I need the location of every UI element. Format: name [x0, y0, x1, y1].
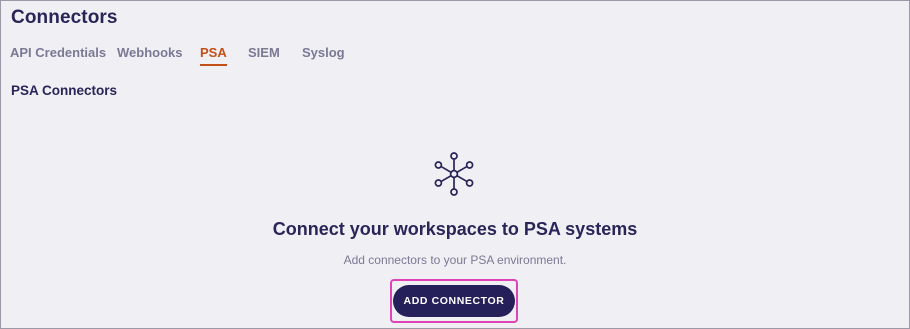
tab-syslog[interactable]: Syslog — [302, 45, 345, 66]
add-connector-button[interactable]: ADD CONNECTOR — [393, 285, 515, 317]
page-title: Connectors — [11, 7, 118, 28]
tab-label: PSA — [200, 45, 227, 60]
tab-label: Webhooks — [117, 45, 183, 60]
hub-network-icon — [434, 152, 474, 196]
section-title: PSA Connectors — [11, 83, 118, 98]
tab-api-credentials[interactable]: API Credentials — [10, 45, 106, 66]
tab-psa[interactable]: PSA — [200, 45, 227, 66]
empty-state-subtext: Add connectors to your PSA environment. — [343, 253, 567, 267]
tab-label: API Credentials — [10, 45, 107, 60]
tab-siem[interactable]: SIEM — [248, 45, 280, 66]
tab-label: Syslog — [302, 45, 345, 60]
connectors-panel: Connectors API Credentials Webhooks PSA … — [0, 0, 910, 329]
active-tab-indicator — [200, 64, 227, 66]
tab-webhooks[interactable]: Webhooks — [117, 45, 183, 66]
empty-state-heading: Connect your workspaces to PSA systems — [272, 219, 638, 239]
tab-label: SIEM — [248, 45, 280, 60]
